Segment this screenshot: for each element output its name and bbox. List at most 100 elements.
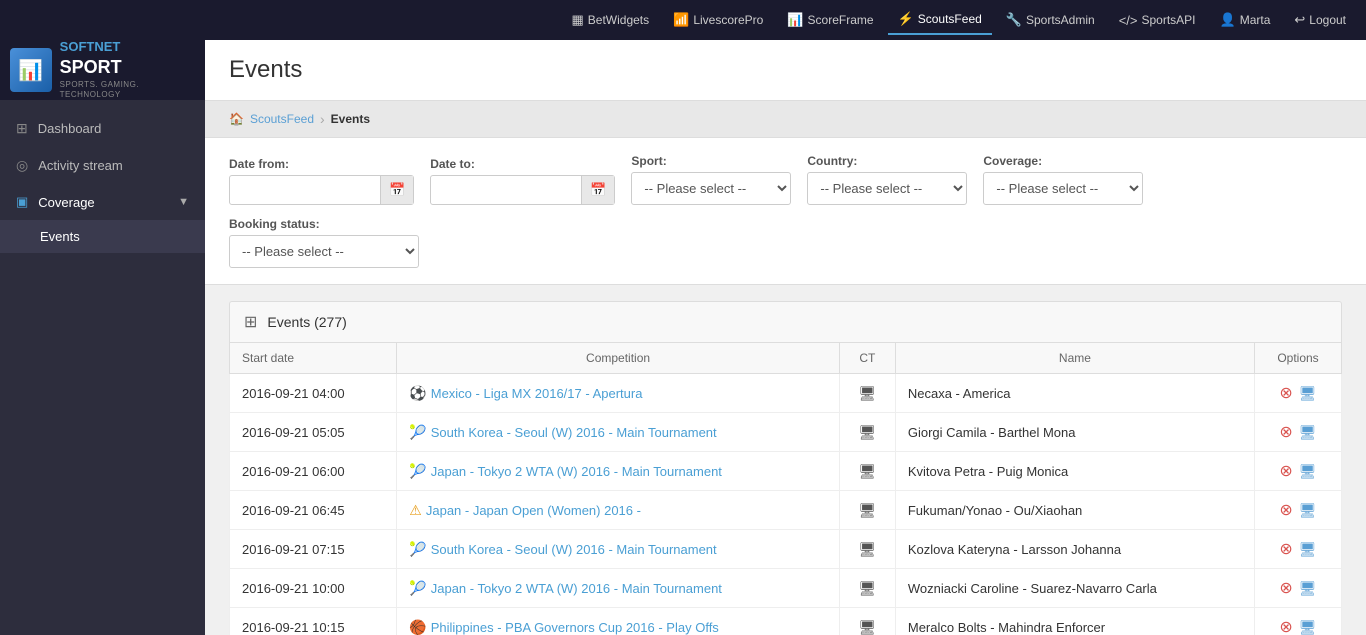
livescorepro-icon: 📶 (673, 12, 689, 28)
booking-status-label: Booking status: (229, 217, 419, 231)
cell-options: ⊗ 🖥 (1254, 608, 1341, 635)
warning-icon: ⚠ (409, 502, 422, 518)
competition-link[interactable]: Japan - Tokyo 2 WTA (W) 2016 - Main Tour… (431, 581, 722, 596)
tennis-icon: 🎾 (409, 463, 426, 479)
nav-sportsadmin[interactable]: 🔧 SportsAdmin (996, 6, 1105, 34)
table-row: 2016-09-21 06:00 🎾 Japan - Tokyo 2 WTA (W… (230, 452, 1342, 491)
cell-ct: 🖥 (839, 569, 895, 608)
screen-button[interactable]: 🖥 (1299, 502, 1317, 519)
cell-options: ⊗ 🖥 (1254, 452, 1341, 491)
nav-betwidgets[interactable]: ▦ BetWidgets (561, 6, 659, 34)
cell-options: ⊗ 🖥 (1254, 413, 1341, 452)
date-from-calendar-button[interactable]: 📅 (380, 176, 413, 204)
basketball-icon: 🏀 (409, 619, 426, 635)
cell-date: 2016-09-21 06:00 (230, 452, 397, 491)
page-header: Events (205, 40, 1366, 101)
cell-competition: 🎾 Japan - Tokyo 2 WTA (W) 2016 - Main Tou… (397, 452, 840, 491)
table-row: 2016-09-21 07:15 🎾South Korea - Seoul (W… (230, 530, 1342, 569)
cell-date: 2016-09-21 06:45 (230, 491, 397, 530)
filter-group-coverage: Coverage: -- Please select -- (983, 154, 1143, 205)
nav-sportsapi[interactable]: </> SportsAPI (1109, 7, 1206, 34)
sidebar-item-events[interactable]: Events (0, 220, 205, 253)
cell-competition: ⚠ Japan - Japan Open (Women) 2016 - (397, 491, 840, 530)
cell-options: ⊗ 🖥 (1254, 569, 1341, 608)
nav-user[interactable]: 👤 Marta (1210, 6, 1281, 34)
screen-button[interactable]: 🖥 (1299, 541, 1317, 558)
country-label: Country: (807, 154, 967, 168)
date-to-label: Date to: (430, 157, 615, 171)
col-competition: Competition (397, 343, 840, 374)
table-row: 2016-09-21 10:15 🏀Philippines - PBA Gove… (230, 608, 1342, 635)
cell-ct: 🖥 (839, 452, 895, 491)
table-title: Events (277) (267, 314, 346, 330)
nav-logout[interactable]: ↩ Logout (1284, 6, 1356, 34)
table-header: ⊞ Events (277) (229, 301, 1342, 342)
top-navigation: ▦ BetWidgets 📶 LivescorePro 📊 ScoreFrame… (0, 0, 1366, 40)
competition-link[interactable]: South Korea - Seoul (W) 2016 - Main Tour… (431, 542, 717, 557)
cell-name: Wozniacki Caroline - Suarez-Navarro Carl… (895, 569, 1254, 608)
sidebar-item-coverage[interactable]: ▣ Coverage ▼ (0, 184, 205, 220)
date-to-input[interactable] (431, 177, 581, 204)
date-from-input[interactable] (230, 177, 380, 204)
sport-select[interactable]: -- Please select -- (631, 172, 791, 205)
table-row: 2016-09-21 05:05 🎾South Korea - Seoul (W… (230, 413, 1342, 452)
table-row: 2016-09-21 04:00 ⚽Mexico - Liga MX 2016/… (230, 374, 1342, 413)
screen-button[interactable]: 🖥 (1299, 424, 1317, 441)
competition-link[interactable]: South Korea - Seoul (W) 2016 - Main Tour… (431, 425, 717, 440)
home-icon: 🏠 (229, 112, 244, 126)
nav-scoreframe[interactable]: 📊 ScoreFrame (777, 6, 883, 34)
filters-area: Date from: 📅 Date to: 📅 Sport: (205, 138, 1366, 285)
remove-button[interactable]: ⊗ (1279, 617, 1292, 635)
nav-scoutsfeed[interactable]: ⚡ ScoutsFeed (888, 5, 992, 35)
competition-link[interactable]: Japan - Japan Open (Women) 2016 - (426, 503, 641, 518)
filter-group-booking-status: Booking status: -- Please select -- (229, 217, 419, 268)
remove-button[interactable]: ⊗ (1279, 383, 1292, 403)
betwidgets-icon: ▦ (571, 12, 583, 28)
screen-button[interactable]: 🖥 (1299, 580, 1317, 597)
sidebar-item-dashboard[interactable]: ⊞ Dashboard (0, 110, 205, 147)
breadcrumb-parent[interactable]: ScoutsFeed (250, 112, 314, 126)
dashboard-icon: ⊞ (16, 120, 28, 137)
tennis-icon: 🎾 (409, 424, 426, 440)
tennis-icon: 🎾 (409, 541, 426, 557)
remove-button[interactable]: ⊗ (1279, 500, 1292, 520)
screen-button[interactable]: 🖥 (1299, 385, 1317, 402)
remove-button[interactable]: ⊗ (1279, 539, 1292, 559)
remove-button[interactable]: ⊗ (1279, 461, 1292, 481)
date-to-calendar-button[interactable]: 📅 (581, 176, 614, 204)
breadcrumb-current: Events (331, 112, 370, 126)
nav-livescorepro[interactable]: 📶 LivescorePro (663, 6, 773, 34)
cell-competition: ⚽ Mexico - Liga MX 2016/17 - Apertura (397, 374, 840, 413)
cell-name: Meralco Bolts - Mahindra Enforcer (895, 608, 1254, 635)
competition-link[interactable]: Japan - Tokyo 2 WTA (W) 2016 - Main Tour… (431, 464, 722, 479)
scoutsfeed-icon: ⚡ (898, 11, 914, 27)
date-from-label: Date from: (229, 157, 414, 171)
scoreframe-icon: 📊 (787, 12, 803, 28)
country-select[interactable]: -- Please select -- (807, 172, 967, 205)
cell-competition: 🎾Japan - Tokyo 2 WTA (W) 2016 - Main Tou… (397, 569, 840, 608)
coverage-select[interactable]: -- Please select -- (983, 172, 1143, 205)
logo-icon: 📊 (10, 48, 52, 92)
cell-competition: 🏀 Philippines - PBA Governors Cup 2016 - … (397, 608, 840, 635)
sportsadmin-icon: 🔧 (1006, 12, 1022, 28)
soccer-icon: ⚽ (409, 385, 426, 401)
booking-status-select[interactable]: -- Please select -- (229, 235, 419, 268)
screen-button[interactable]: 🖥 (1299, 619, 1317, 635)
sidebar-submenu-coverage: Events (0, 220, 205, 253)
filters-row-1: Date from: 📅 Date to: 📅 Sport: (229, 154, 1342, 205)
table-row: 2016-09-21 06:45 ⚠ Japan - Japan Open (Wo… (230, 491, 1342, 530)
cell-competition: 🎾 South Korea - Seoul (W) 2016 - Main Tou… (397, 413, 840, 452)
cell-ct: 🖥 (839, 374, 895, 413)
grid-icon: ⊞ (244, 312, 257, 332)
remove-button[interactable]: ⊗ (1279, 578, 1292, 598)
page-title: Events (229, 56, 1342, 84)
sport-label: Sport: (631, 154, 791, 168)
remove-button[interactable]: ⊗ (1279, 422, 1292, 442)
screen-button[interactable]: 🖥 (1299, 463, 1317, 480)
col-options: Options (1254, 343, 1341, 374)
sidebar-item-activity-stream[interactable]: ◎ Activity stream (0, 147, 205, 184)
competition-link[interactable]: Mexico - Liga MX 2016/17 - Apertura (431, 386, 643, 401)
competition-link[interactable]: Philippines - PBA Governors Cup 2016 - P… (431, 620, 719, 635)
breadcrumb-separator: › (320, 111, 325, 127)
filters-row-2: Booking status: -- Please select -- (229, 217, 1342, 268)
